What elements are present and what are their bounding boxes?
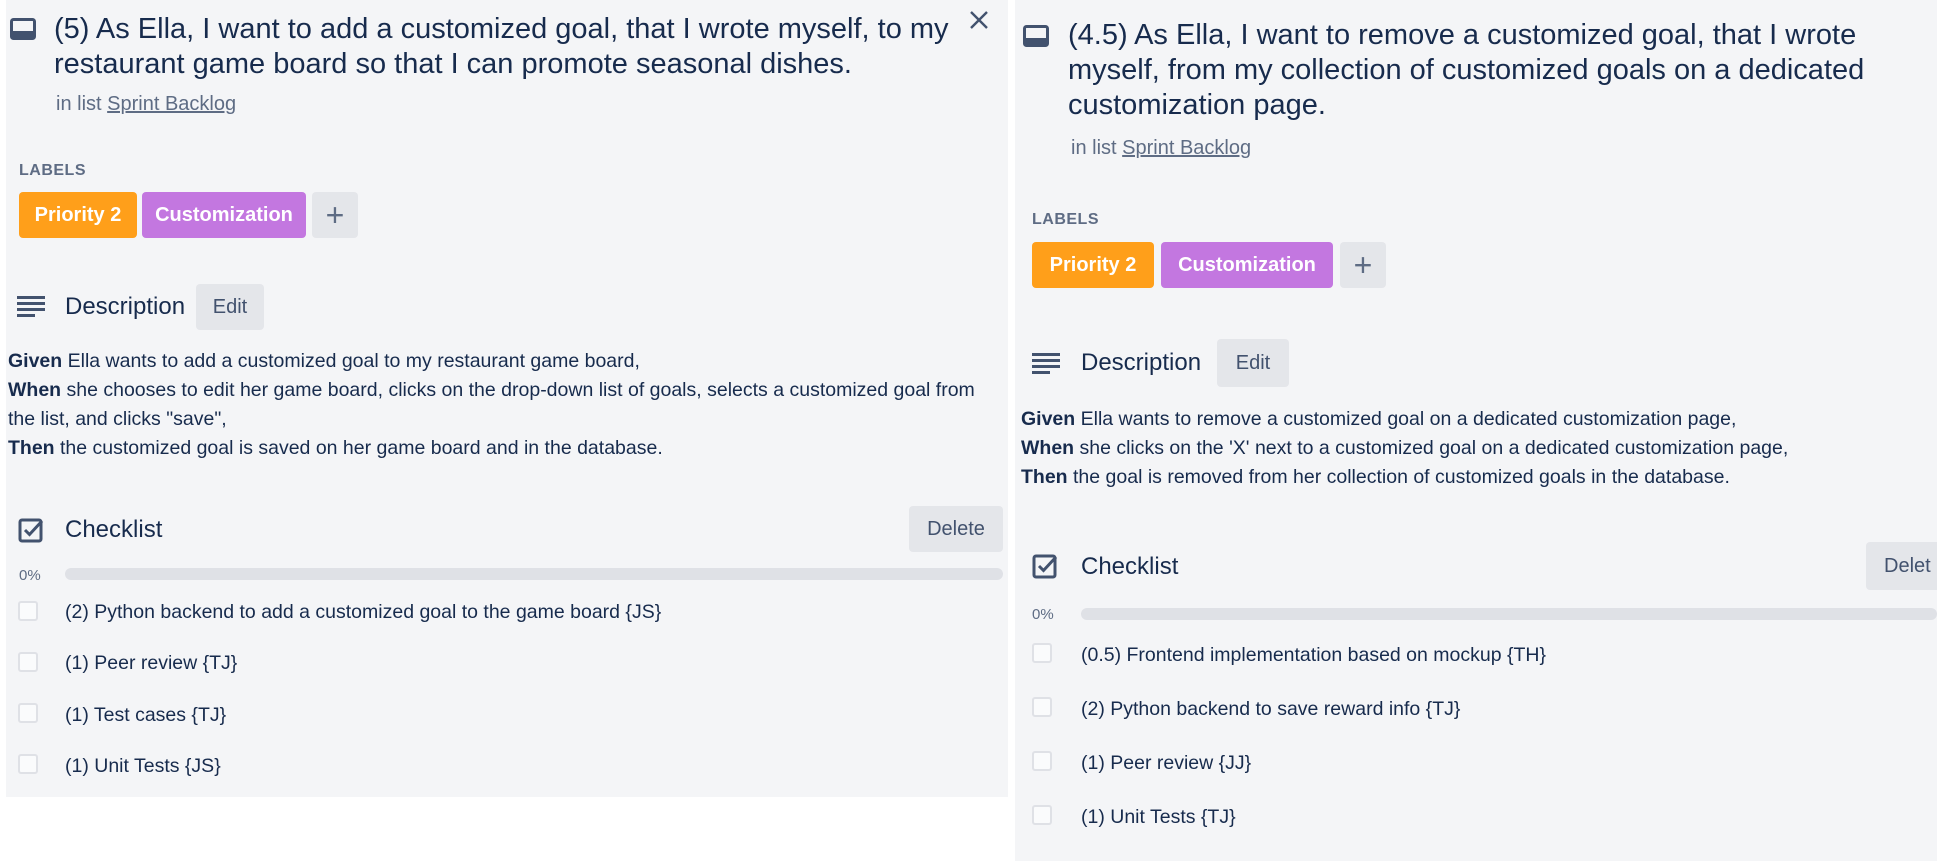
checklist-icon	[1032, 553, 1058, 579]
description-text: Given Ella wants to remove a customized …	[1021, 405, 1931, 492]
checklist-checkbox[interactable]	[1032, 697, 1052, 717]
card-title: (4.5) As Ella, I want to remove a custom…	[1068, 19, 1865, 121]
label-priority-2[interactable]: Priority 2	[1032, 242, 1154, 288]
close-icon[interactable]	[969, 10, 989, 30]
then-text: the customized goal is saved on her game…	[54, 437, 663, 459]
in-list-line: in list Sprint Backlog	[1071, 137, 1251, 160]
when-text: she clicks on the 'X' next to a customiz…	[1074, 437, 1789, 459]
checklist-item-text[interactable]: (1) Unit Tests {JS}	[65, 755, 221, 778]
given-keyword: Given	[1021, 408, 1076, 430]
checklist-item-text[interactable]: (1) Peer review {JJ}	[1081, 752, 1251, 775]
checklist-checkbox[interactable]	[1032, 805, 1052, 825]
checklist-checkbox[interactable]	[18, 703, 38, 723]
card-icon	[1023, 25, 1049, 47]
labels-heading: LABELS	[1032, 211, 1099, 228]
checklist-icon	[18, 517, 44, 543]
card-icon	[10, 18, 36, 40]
edit-description-button[interactable]: Edit	[196, 284, 264, 330]
progress-percent: 0%	[19, 567, 41, 584]
checklist-item-text[interactable]: (2) Python backend to add a customized g…	[65, 601, 661, 624]
progress-percent: 0%	[1032, 606, 1054, 623]
then-text: the goal is removed from her collection …	[1067, 466, 1730, 488]
when-text: she chooses to edit her game board, clic…	[8, 379, 975, 430]
then-keyword: Then	[1021, 466, 1068, 488]
given-text: Ella wants to add a customized goal to m…	[62, 350, 640, 372]
description-icon	[17, 295, 45, 317]
delete-checklist-button[interactable]: Delet	[1866, 542, 1937, 590]
given-text: Ella wants to remove a customized goal o…	[1075, 408, 1737, 430]
progress-bar	[65, 568, 1003, 580]
label-customization[interactable]: Customization	[1161, 242, 1333, 288]
label-priority-2[interactable]: Priority 2	[19, 192, 137, 238]
checklist-checkbox[interactable]	[1032, 643, 1052, 663]
checklist-item-text[interactable]: (2) Python backend to save reward info {…	[1081, 698, 1460, 721]
label-customization[interactable]: Customization	[142, 192, 306, 238]
checklist-item-text[interactable]: (1) Test cases {TJ}	[65, 704, 226, 727]
card-detail-left: (5) As Ella, I want to add a customized …	[6, 0, 1008, 797]
description-text: Given Ella wants to add a customized goa…	[8, 347, 1003, 463]
list-link[interactable]: Sprint Backlog	[107, 93, 236, 115]
checklist-item-text[interactable]: (1) Peer review {TJ}	[65, 652, 237, 675]
add-label-button[interactable]: +	[1340, 242, 1386, 288]
checklist-checkbox[interactable]	[18, 754, 38, 774]
when-keyword: When	[8, 379, 62, 401]
in-list-prefix: in list	[56, 93, 102, 115]
card-title: (5) As Ella, I want to add a customized …	[54, 13, 949, 80]
checklist-heading: Checklist	[65, 516, 163, 543]
in-list-prefix: in list	[1071, 137, 1117, 159]
then-keyword: Then	[8, 437, 55, 459]
checklist-checkbox[interactable]	[18, 601, 38, 621]
given-keyword: Given	[8, 350, 63, 372]
labels-heading: LABELS	[19, 162, 86, 179]
when-keyword: When	[1021, 437, 1075, 459]
description-heading: Description	[1081, 349, 1202, 376]
checklist-heading: Checklist	[1081, 553, 1179, 580]
list-link[interactable]: Sprint Backlog	[1122, 137, 1251, 159]
description-icon	[1032, 352, 1060, 374]
add-label-button[interactable]: +	[312, 192, 358, 238]
checklist-item-text[interactable]: (1) Unit Tests {TJ}	[1081, 806, 1236, 829]
edit-description-button[interactable]: Edit	[1217, 339, 1289, 387]
description-heading: Description	[65, 293, 186, 320]
checklist-checkbox[interactable]	[18, 652, 38, 672]
checklist-item-text[interactable]: (0.5) Frontend implementation based on m…	[1081, 644, 1546, 667]
in-list-line: in list Sprint Backlog	[56, 93, 236, 116]
card-detail-right: (4.5) As Ella, I want to remove a custom…	[1015, 0, 1937, 861]
progress-bar	[1081, 608, 1937, 620]
checklist-checkbox[interactable]	[1032, 751, 1052, 771]
delete-checklist-button[interactable]: Delete	[909, 506, 1003, 552]
